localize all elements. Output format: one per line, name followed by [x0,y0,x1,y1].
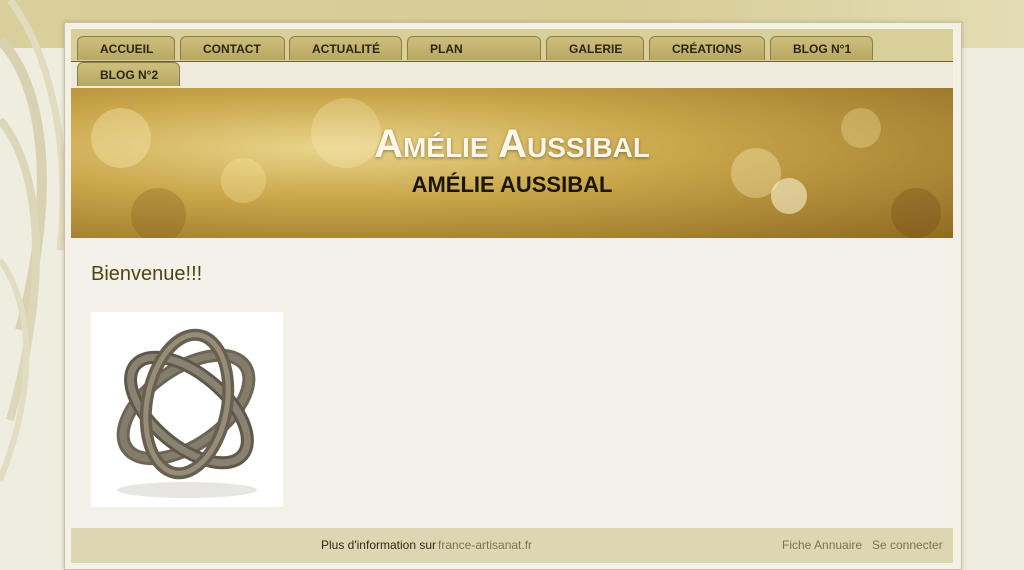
footer-info-text: Plus d'information sur [321,538,437,552]
tab-label: PLAN [430,42,463,56]
tab-label: CRÉATIONS [672,42,742,56]
tab-label: ACCUEIL [100,42,154,56]
page-heading: Bienvenue!!! [91,263,203,285]
site-subtitle: AMÉLIE AUSSIBAL [411,172,613,197]
site-title: Amélie Aussibal [374,122,650,166]
tab-accueil[interactable]: ACCUEIL [77,36,175,60]
header-banner: Amélie Aussibal AMÉLIE AUSSIBAL [71,88,953,238]
site-frame: ACCUEIL CONTACT ACTUALITÉ PLAN GALERIE C… [64,22,962,570]
ring-sculpture-image [116,328,257,498]
main-navigation: ACCUEIL CONTACT ACTUALITÉ PLAN GALERIE C… [71,29,953,88]
france-artisanat-link[interactable]: france-artisanat.fr [438,538,532,552]
fiche-annuaire-link[interactable]: Fiche Annuaire [782,538,862,552]
site-container: ACCUEIL CONTACT ACTUALITÉ PLAN GALERIE C… [71,29,953,563]
tab-label: CONTACT [203,42,261,56]
tab-creations[interactable]: CRÉATIONS [649,36,765,60]
sculpture-photo [91,312,283,507]
footer: Plus d'information sur france-artisanat.… [71,528,953,563]
decorative-swirl [0,0,67,482]
tab-label: ACTUALITÉ [312,42,380,56]
tab-label: GALERIE [569,42,623,56]
tab-galerie[interactable]: GALERIE [546,36,644,60]
tab-actualite[interactable]: ACTUALITÉ [289,36,402,60]
login-link[interactable]: Se connecter [872,538,943,552]
tab-blog-2[interactable]: BLOG N°2 [77,62,180,86]
tab-plan[interactable]: PLAN [407,36,541,60]
tab-contact[interactable]: CONTACT [180,36,285,60]
tab-label: BLOG N°1 [793,42,852,56]
tab-label: BLOG N°2 [100,68,159,82]
tab-blog-1[interactable]: BLOG N°1 [770,36,873,60]
